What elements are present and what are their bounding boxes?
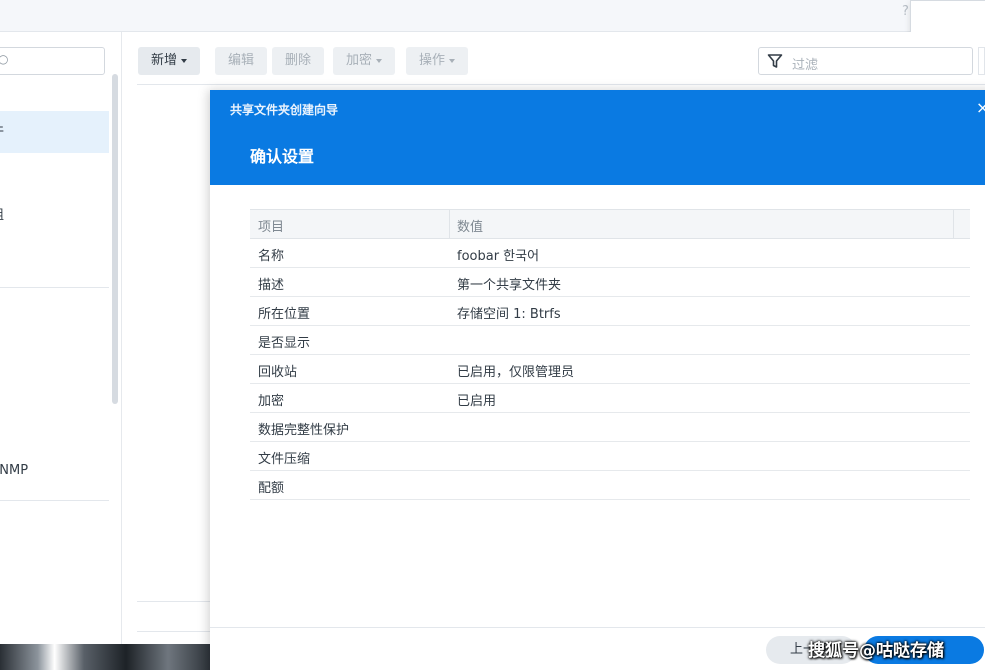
sidebar-item-group[interactable]: 组 bbox=[0, 195, 109, 237]
close-icon[interactable]: × bbox=[976, 98, 985, 117]
chevron-down-icon bbox=[376, 58, 383, 63]
sidebar-divider bbox=[0, 287, 109, 288]
action-button-label: 操作 bbox=[419, 53, 446, 68]
row-item: 所在位置 bbox=[258, 307, 311, 322]
help-icon[interactable]: ? bbox=[902, 4, 909, 19]
edit-button[interactable]: 编辑 bbox=[215, 47, 268, 75]
sidebar-item-label: 组 bbox=[0, 208, 4, 223]
sidebar-divider bbox=[0, 500, 109, 501]
encrypt-button[interactable]: 加密 bbox=[333, 47, 396, 75]
row-value: 已启用 bbox=[457, 394, 497, 409]
chevron-down-icon bbox=[181, 58, 188, 63]
sidebar: ○ 件 组 SNMP bbox=[0, 32, 122, 644]
add-button-label: 新增 bbox=[151, 53, 178, 68]
row-item: 配额 bbox=[258, 481, 285, 496]
filter-placeholder: 过滤 bbox=[792, 58, 819, 73]
sidebar-search-input[interactable] bbox=[0, 47, 105, 75]
row-item: 描述 bbox=[258, 278, 285, 293]
row-item: 是否显示 bbox=[258, 336, 311, 351]
row-value: 第一个共享文件夹 bbox=[457, 278, 562, 293]
table-row[interactable]: 描述 第一个共享文件夹 bbox=[250, 268, 970, 297]
row-item: 数据完整性保护 bbox=[258, 423, 350, 438]
filter-icon bbox=[767, 54, 783, 68]
desktop-wallpaper bbox=[0, 644, 210, 670]
sidebar-item-shared-folder[interactable]: 件 bbox=[0, 111, 109, 153]
content-scrollbar[interactable] bbox=[978, 47, 985, 75]
row-value: foobar 한국어 bbox=[457, 249, 540, 264]
table-header: 项目 数值 bbox=[250, 209, 970, 239]
action-button[interactable]: 操作 bbox=[406, 47, 469, 75]
row-item: 加密 bbox=[258, 394, 285, 409]
step-title: 确认设置 bbox=[250, 147, 315, 166]
row-value: 存储空间 1: Btrfs bbox=[457, 307, 561, 322]
wizard-title: 共享文件夹创建向导 bbox=[230, 103, 339, 117]
row-value: 已启用，仅限管理员 bbox=[457, 365, 575, 380]
watermark: 搜狐号@咕哒存储 bbox=[808, 641, 944, 661]
search-icon: ○ bbox=[0, 52, 9, 66]
delete-button-label: 删除 bbox=[285, 53, 312, 68]
table-row[interactable]: 数据完整性保护 bbox=[250, 413, 970, 442]
table-row[interactable]: 所在位置 存储空间 1: Btrfs bbox=[250, 297, 970, 326]
grid-border bbox=[137, 84, 985, 85]
sidebar-item-label: SNMP bbox=[0, 463, 29, 478]
summary-table: 项目 数值 名称 foobar 한국어 描述 第一个共享文件夹 所在位置 存储空… bbox=[250, 209, 970, 500]
dialog-footer-divider bbox=[210, 627, 985, 628]
table-row[interactable]: 配额 bbox=[250, 471, 970, 500]
shared-folder-wizard-dialog: 共享文件夹创建向导 确认设置 × 项目 数值 名称 foobar 한국어 描述 … bbox=[210, 90, 985, 670]
column-header-value[interactable]: 数值 bbox=[457, 216, 483, 235]
delete-button[interactable]: 删除 bbox=[272, 47, 325, 75]
edit-button-label: 编辑 bbox=[228, 53, 255, 68]
app-topbar bbox=[0, 0, 985, 32]
column-divider bbox=[953, 210, 954, 238]
filter-input[interactable]: 过滤 bbox=[758, 47, 973, 75]
sidebar-item-label: 件 bbox=[0, 124, 4, 139]
sidebar-item-snmp[interactable]: SNMP bbox=[0, 450, 109, 492]
column-header-item[interactable]: 项目 bbox=[258, 216, 284, 235]
sidebar-scrollbar[interactable] bbox=[112, 74, 118, 404]
encrypt-button-label: 加密 bbox=[346, 53, 373, 68]
table-row[interactable]: 是否显示 bbox=[250, 326, 970, 355]
chevron-down-icon bbox=[449, 58, 456, 63]
table-row[interactable]: 回收站 已启用，仅限管理员 bbox=[250, 355, 970, 384]
row-item: 文件压缩 bbox=[258, 452, 311, 467]
table-row[interactable]: 名称 foobar 한국어 bbox=[250, 239, 970, 268]
table-row[interactable]: 文件压缩 bbox=[250, 442, 970, 471]
row-item: 名称 bbox=[258, 249, 285, 264]
add-button[interactable]: 新增 bbox=[138, 47, 201, 75]
row-item: 回收站 bbox=[258, 365, 298, 380]
column-divider bbox=[449, 210, 450, 238]
table-row[interactable]: 加密 已启用 bbox=[250, 384, 970, 413]
dialog-header: 共享文件夹创建向导 确认设置 × bbox=[210, 90, 985, 185]
